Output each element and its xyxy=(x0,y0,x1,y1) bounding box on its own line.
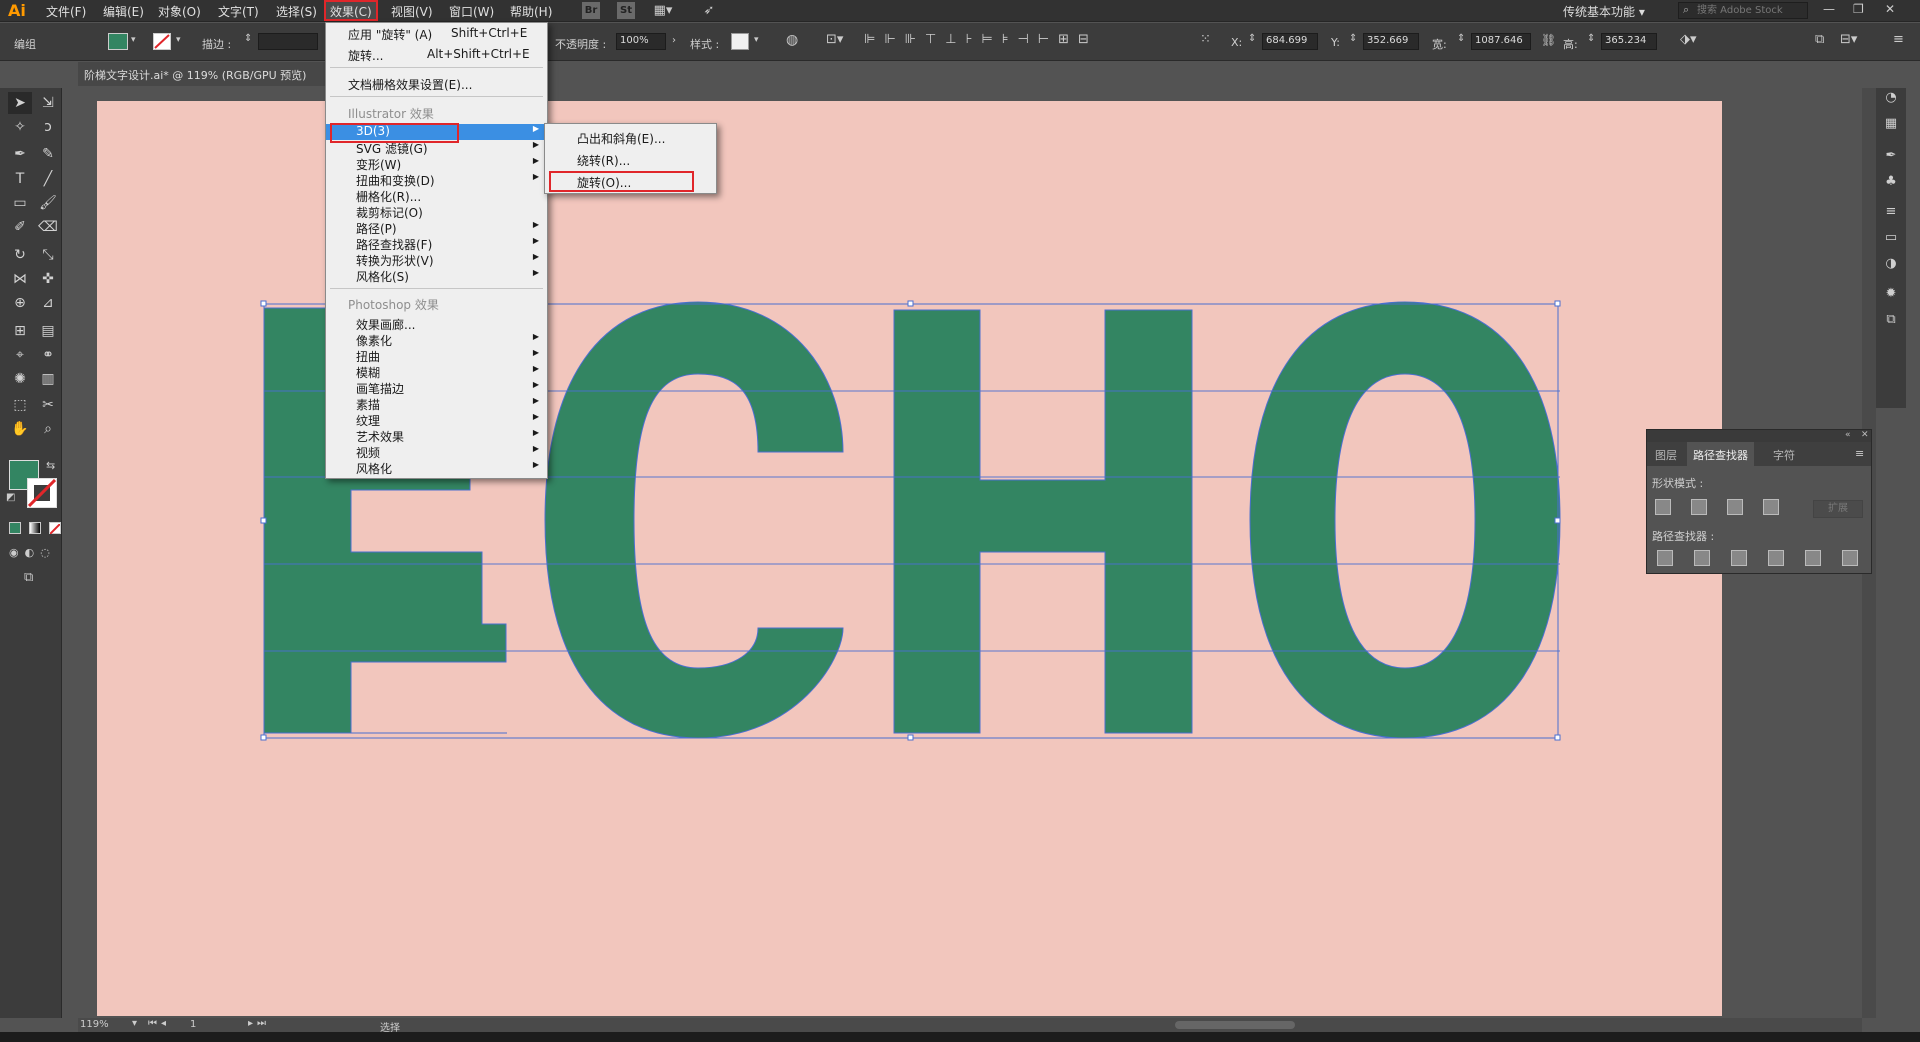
menu-separator xyxy=(330,67,543,68)
symbols-panel-icon[interactable]: ♣ xyxy=(1880,172,1902,192)
letter-c-shape xyxy=(544,301,844,739)
menu-artistic[interactable]: 艺术效果 ▶ xyxy=(326,428,547,444)
menu-header-illustrator: Illustrator 效果 xyxy=(348,107,434,121)
merge-icon[interactable] xyxy=(1731,550,1747,566)
letter-o-shape xyxy=(1249,301,1561,739)
menu-path[interactable]: 路径(P) ▶ xyxy=(326,220,547,236)
pathfinders-label: 路径查找器 : xyxy=(1652,530,1715,543)
horizontal-scroll-thumb[interactable] xyxy=(1175,1021,1295,1029)
expand-button[interactable]: 扩展 xyxy=(1813,500,1863,518)
panel-tabs: 图层 路径查找器 字符 ≡ xyxy=(1647,442,1871,466)
menu-extrude-bevel[interactable]: 凸出和斜角(E)... xyxy=(577,130,665,147)
status-bar: 119% ▾ ⏮◂ 1 ▸⏭ 选择 xyxy=(62,1018,562,1034)
artboard-nav-next-icon[interactable]: ▸⏭ xyxy=(248,1018,270,1029)
collapse-icon[interactable]: « xyxy=(1845,430,1851,440)
highlight-annotation xyxy=(549,171,694,192)
selection-handle xyxy=(260,517,267,524)
selection-handle xyxy=(260,734,267,741)
swatches-panel-icon[interactable]: ▦ xyxy=(1880,114,1902,134)
menu-last-effect[interactable]: 旋转... Alt+Shift+Ctrl+E xyxy=(326,47,547,63)
crop-icon[interactable] xyxy=(1768,550,1784,566)
selection-handle xyxy=(260,300,267,307)
tab-character[interactable]: 字符 xyxy=(1773,447,1795,463)
selection-handle xyxy=(907,734,914,741)
selection-handle xyxy=(907,300,914,307)
artwork-canvas xyxy=(260,300,1561,741)
menu-revolve[interactable]: 绕转(R)... xyxy=(577,152,630,169)
zoom-level[interactable]: 119% xyxy=(80,1019,109,1030)
menu-crop-marks[interactable]: 裁剪标记(O) xyxy=(326,204,547,220)
menu-distort[interactable]: 扭曲 ▶ xyxy=(326,348,547,364)
unite-icon[interactable] xyxy=(1655,499,1671,515)
menu-brush-strokes[interactable]: 画笔描边 ▶ xyxy=(326,380,547,396)
gradient-panel-icon[interactable]: ▭ xyxy=(1880,228,1902,248)
trim-icon[interactable] xyxy=(1694,550,1710,566)
tab-pathfinder[interactable]: 路径查找器 xyxy=(1687,442,1754,466)
menu-stylize-ps[interactable]: 风格化 ▶ xyxy=(326,460,547,476)
shape-modes-label: 形状模式 : xyxy=(1652,477,1704,490)
menu-video[interactable]: 视频 ▶ xyxy=(326,444,547,460)
artboard-number[interactable]: 1 xyxy=(190,1019,196,1030)
effect-menu: 应用 "旋转" (A) Shift+Ctrl+E 旋转... Alt+Shift… xyxy=(325,22,548,479)
menu-separator xyxy=(330,96,543,97)
artboard-nav-prev-icon[interactable]: ⏮◂ xyxy=(148,1018,170,1029)
panel-titlebar[interactable]: « ✕ xyxy=(1647,430,1871,442)
menu-pathfinder[interactable]: 路径查找器(F) ▶ xyxy=(326,236,547,252)
selection-handle xyxy=(1554,734,1561,741)
graphic-styles-panel-icon[interactable]: ⧉ xyxy=(1880,310,1902,330)
chevron-down-icon[interactable]: ▾ xyxy=(132,1018,137,1029)
menu-warp[interactable]: 变形(W) ▶ xyxy=(326,156,547,172)
menu-sketch[interactable]: 素描 ▶ xyxy=(326,396,547,412)
selection-handle xyxy=(1554,300,1561,307)
panel-dock: ◔ ▦ ✒ ♣ ≡ ▭ ◑ ✹ ⧉ xyxy=(1876,88,1906,408)
color-panel-icon[interactable]: ◔ xyxy=(1880,88,1902,108)
menu-rasterize[interactable]: 栅格化(R)... xyxy=(326,188,547,204)
menu-header-photoshop: Photoshop 效果 xyxy=(348,298,439,312)
menu-separator xyxy=(330,288,543,289)
letter-h-shape xyxy=(893,309,1193,734)
menu-convert-to-shape[interactable]: 转换为形状(V) ▶ xyxy=(326,252,547,268)
minus-back-icon[interactable] xyxy=(1842,550,1858,566)
tab-layers[interactable]: 图层 xyxy=(1655,447,1677,463)
menu-blur[interactable]: 模糊 ▶ xyxy=(326,364,547,380)
transparency-panel-icon[interactable]: ◑ xyxy=(1880,254,1902,274)
submenu-3d: 凸出和斜角(E)... 绕转(R)... 旋转(O)... xyxy=(544,123,717,194)
brushes-panel-icon[interactable]: ✒ xyxy=(1880,146,1902,166)
menu-texture[interactable]: 纹理 ▶ xyxy=(326,412,547,428)
appearance-panel-icon[interactable]: ✹ xyxy=(1880,284,1902,304)
taskbar-strip xyxy=(0,1032,1920,1042)
menu-distort-transform[interactable]: 扭曲和变换(D) ▶ xyxy=(326,172,547,188)
minus-front-icon[interactable] xyxy=(1691,499,1707,515)
stroke-panel-icon[interactable]: ≡ xyxy=(1880,202,1902,222)
divide-icon[interactable] xyxy=(1657,550,1673,566)
highlight-annotation xyxy=(330,123,459,143)
selection-handle xyxy=(1554,517,1561,524)
intersect-icon[interactable] xyxy=(1727,499,1743,515)
menu-stylize-ai[interactable]: 风格化(S) ▶ xyxy=(326,268,547,284)
close-icon[interactable]: ✕ xyxy=(1861,430,1869,440)
outline-icon[interactable] xyxy=(1805,550,1821,566)
menu-effect-gallery[interactable]: 效果画廊... xyxy=(326,316,547,332)
pathfinder-panel: « ✕ 图层 路径查找器 字符 ≡ 形状模式 : 扩展 路径查找器 : xyxy=(1646,429,1872,574)
menu-document-raster-settings[interactable]: 文档栅格效果设置(E)... xyxy=(326,76,547,92)
menu-apply-last-effect[interactable]: 应用 "旋转" (A) Shift+Ctrl+E xyxy=(326,26,547,42)
exclude-icon[interactable] xyxy=(1763,499,1779,515)
menu-pixelate[interactable]: 像素化 ▶ xyxy=(326,332,547,348)
panel-menu-icon[interactable]: ≡ xyxy=(1855,447,1864,460)
